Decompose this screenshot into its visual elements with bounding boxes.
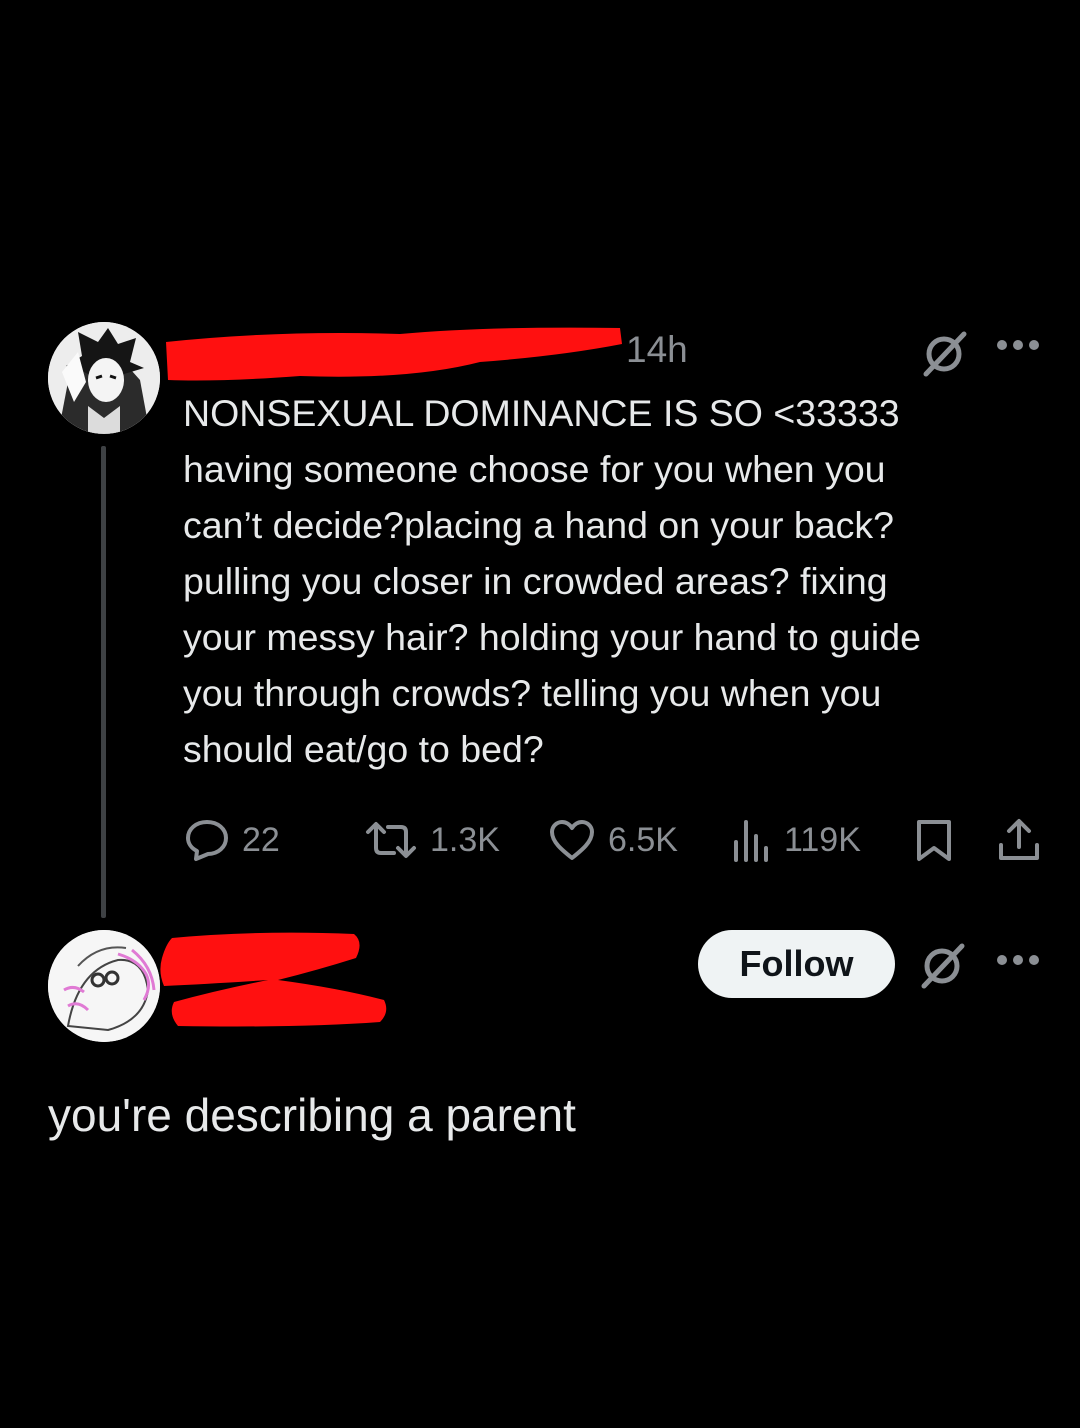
like-icon [550, 820, 594, 860]
like-button[interactable]: 6.5K [548, 812, 678, 868]
post-timestamp[interactable]: 14h [626, 326, 688, 374]
reply-button[interactable]: 22 [184, 812, 280, 868]
avatar-image [48, 930, 160, 1042]
repost-count: 1.3K [430, 820, 500, 859]
views-count: 119K [784, 820, 861, 859]
repost-button[interactable]: 1.3K [364, 812, 500, 868]
grok-icon[interactable] [918, 942, 966, 995]
bookmark-button[interactable] [914, 812, 954, 868]
share-button[interactable] [996, 812, 1042, 868]
avatar-image [48, 322, 160, 434]
author-avatar[interactable] [48, 322, 160, 434]
repost-icon [366, 822, 416, 858]
thread-connector-line [101, 446, 106, 918]
share-icon [999, 819, 1039, 860]
redacted-author-name [160, 322, 630, 384]
reply-count: 22 [242, 820, 280, 859]
reply-body-text: you're describing a parent [48, 1089, 576, 1141]
like-count: 6.5K [608, 820, 678, 859]
post-body-text: NONSEXUAL DOMINANCE IS SO <33333 having … [183, 392, 921, 770]
more-options-icon[interactable] [996, 953, 1040, 972]
reply-icon [186, 820, 228, 861]
bookmark-icon [917, 820, 951, 861]
views-icon [734, 820, 768, 862]
follow-button[interactable]: Follow [698, 930, 895, 998]
views-button[interactable]: 119K [732, 812, 861, 868]
reply-author-avatar[interactable] [48, 930, 160, 1042]
grok-icon[interactable] [920, 330, 968, 383]
more-options-icon[interactable] [996, 338, 1040, 357]
redacted-reply-author-name [158, 928, 390, 1032]
